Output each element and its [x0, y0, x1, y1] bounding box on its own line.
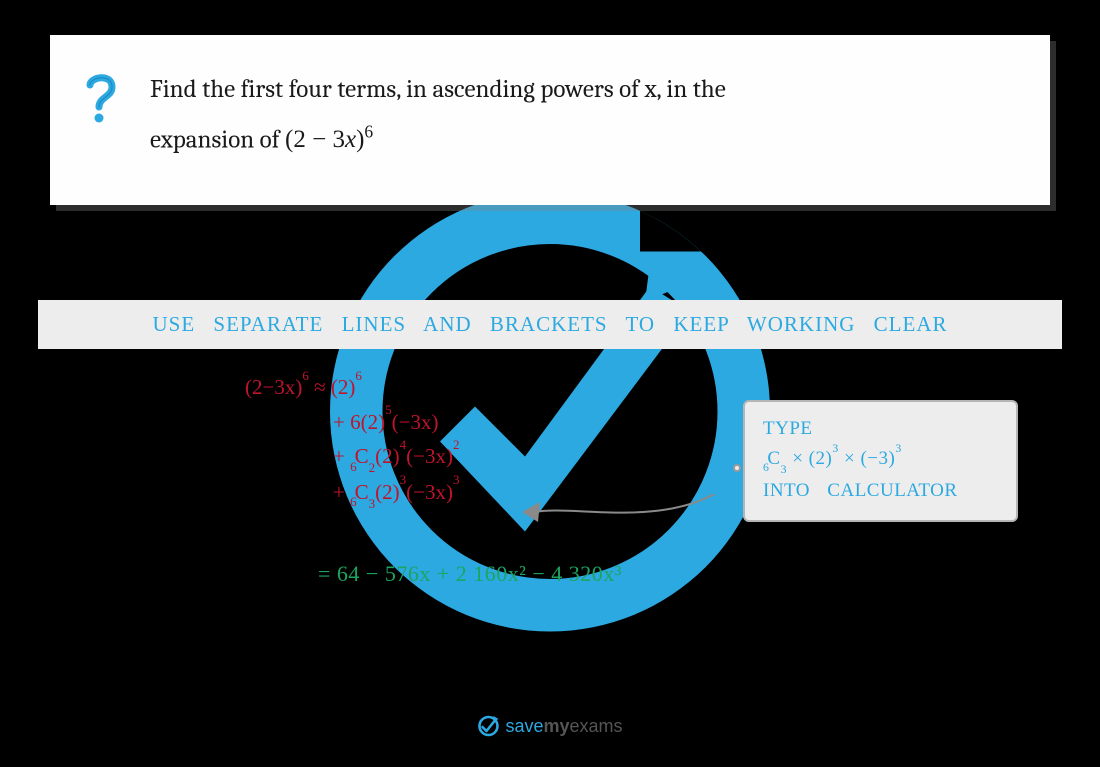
callout-connector-dot [733, 464, 741, 472]
work-row-1: + 6(2)5(−3x) [245, 405, 460, 440]
callout-line2: 6C3 × (2)3 × (−3)3 [763, 444, 1000, 476]
answer-line: = 64 − 576x + 2 160x² − 4 320x³ [318, 561, 622, 587]
working-area: (2−3x)6 ≈ (2)6 + 6(2)5(−3x) + 6C2(2)4(−3… [245, 370, 460, 511]
brand-logo-icon [477, 715, 499, 737]
callout-line3: INTO CALCULATOR [763, 476, 1000, 506]
work-row-2: + 6C2(2)4(−3x)2 [245, 439, 460, 475]
question-line1: Find the first four terms, in ascending … [150, 75, 726, 104]
question-expression: (2 − 3x)6 [285, 126, 373, 153]
callout-pointer-arrow [520, 494, 750, 544]
question-text: Find the first four terms, in ascending … [150, 65, 726, 165]
tip-banner: USE SEPARATE LINES AND BRACKETS TO KEEP … [38, 300, 1062, 349]
callout-line1: TYPE [763, 414, 1000, 444]
work-row-0: (2−3x)6 ≈ (2)6 [245, 370, 460, 405]
work-row-3: + 6C3(2)3(−3x)3 [245, 475, 460, 511]
brand-text: savemyexams [505, 716, 622, 737]
question-line2-prefix: expansion of [150, 125, 285, 154]
footer-brand: savemyexams [477, 715, 622, 737]
calculator-callout: TYPE 6C3 × (2)3 × (−3)3 INTO CALCULATOR [743, 400, 1018, 522]
question-mark-icon [82, 71, 120, 130]
question-card: Find the first four terms, in ascending … [50, 35, 1050, 205]
